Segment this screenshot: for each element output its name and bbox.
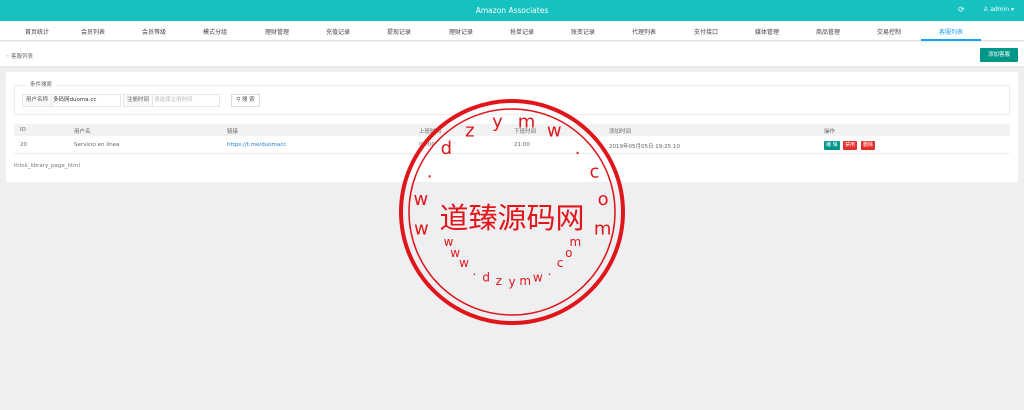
tab-service-list[interactable]: 客服列表 — [924, 27, 978, 36]
tab-balance-records[interactable]: 账变记录 — [556, 27, 610, 36]
tab-payment-api[interactable]: 支付接口 — [679, 27, 733, 36]
stamp-center-text: 道臻源码网 — [439, 201, 584, 235]
tab-agent-list[interactable]: 代理列表 — [617, 27, 671, 36]
col-username: 用户名 — [74, 129, 91, 135]
stamp-arc-letter: w — [414, 189, 429, 210]
tab-member-level[interactable]: 会员等级 — [127, 27, 181, 36]
active-tab-indicator — [921, 39, 981, 41]
tab-goods-manage[interactable]: 商品管理 — [801, 27, 855, 36]
stamp-arc-letter: d — [482, 270, 490, 284]
stamp-arc-letter: y — [508, 275, 515, 289]
search-legend: 条件搜索 — [26, 80, 57, 88]
stamp-arc-letter: c — [557, 256, 564, 270]
regtime-label: 注册时间 — [124, 95, 154, 106]
tab-finance-manage[interactable]: 理财管理 — [250, 27, 304, 36]
user-name: admin — [990, 6, 1010, 13]
stamp-arc-letter: . — [575, 138, 581, 159]
tab-mode-group[interactable]: 模式分组 — [188, 27, 242, 36]
search-button[interactable]: ⚲ 搜 索 — [231, 94, 260, 107]
tab-trade-control[interactable]: 交易控制 — [862, 27, 916, 36]
tab-order-records[interactable]: 抢单记录 — [495, 27, 549, 36]
username-input[interactable]: 多码网duoma.cc — [53, 95, 96, 106]
main-nav: 首页统计 会员列表 会员等级 模式分组 理财管理 充值记录 提现记录 理财记录 … — [0, 21, 1024, 41]
username-label: 用户名称 — [23, 95, 53, 106]
page-footnote: think_library_page_html — [14, 163, 81, 169]
add-service-button[interactable]: 添加客服 — [980, 48, 1018, 62]
refresh-icon[interactable]: ⟳ — [958, 5, 965, 14]
stamp-arc-letter: w — [459, 256, 469, 270]
breadcrumb-label: 客服列表 — [11, 54, 34, 60]
stamp-arc-letter: m — [570, 235, 582, 249]
delete-button[interactable]: 删除 — [861, 141, 876, 150]
username-field: 用户名称 多码网duoma.cc — [22, 94, 121, 107]
top-bar: Amazon Associates ⟳ ♙ admin ▾ — [0, 0, 1024, 21]
stamp-arc-letter: y — [492, 112, 503, 133]
row-link[interactable]: https://t.me/duomacc — [227, 142, 286, 148]
stamp-arc-letter: . — [472, 264, 476, 278]
stamp-arc-letter: w — [533, 270, 543, 284]
stamp-arc-letter: o — [598, 189, 609, 210]
col-actions: 操作 — [824, 129, 836, 135]
breadcrumb-bar: ◦ 客服列表 — [0, 42, 1024, 66]
search-button-label: 搜 索 — [242, 97, 255, 103]
regtime-field: 注册时间 请选择注册时间 — [123, 94, 220, 107]
tab-finance-records[interactable]: 理财记录 — [434, 27, 488, 36]
col-id: ID — [20, 127, 26, 133]
app-title: Amazon Associates — [475, 6, 549, 15]
watermark-stamp: 道臻源码网 ww.dz y m w.com www. d z y m w .com — [399, 99, 625, 325]
col-link: 链接 — [227, 129, 239, 135]
tab-member-list[interactable]: 会员列表 — [66, 27, 120, 36]
user-icon: ♙ — [983, 6, 989, 13]
stamp-arc-letter: m — [594, 218, 612, 239]
row-id: 20 — [20, 142, 27, 148]
tab-media-manage[interactable]: 媒体管理 — [740, 27, 794, 36]
breadcrumb: ◦ 客服列表 — [6, 52, 33, 60]
stamp-arc-letter: m — [518, 112, 536, 133]
stamp-arc-letter: z — [496, 274, 502, 288]
stamp-arc-letter: . — [427, 161, 433, 182]
row-username: Servicio en línea — [74, 142, 120, 148]
stamp-arc-letter: w — [547, 121, 562, 142]
stamp-arc-letter: m — [519, 274, 531, 288]
stamp-arc-letter: w — [414, 218, 429, 239]
stamp-arc-letter: . — [548, 264, 552, 278]
user-menu[interactable]: ♙ admin ▾ — [983, 6, 1014, 13]
tab-recharge-records[interactable]: 充值记录 — [311, 27, 365, 36]
disable-button[interactable]: 禁用 — [843, 141, 858, 150]
stamp-arc-letter: d — [441, 138, 452, 159]
bullet-icon: ◦ — [6, 54, 10, 60]
edit-button[interactable]: 编 辑 — [824, 141, 840, 150]
stamp-bottom-arc: www. d z y m w .com — [444, 235, 582, 289]
tab-withdraw-records[interactable]: 提现记录 — [372, 27, 426, 36]
search-icon: ⚲ — [236, 97, 241, 103]
regtime-input[interactable]: 请选择注册时间 — [154, 95, 193, 106]
stamp-arc-letter: c — [589, 161, 599, 182]
stamp-arc-letter: z — [465, 121, 474, 142]
chevron-down-icon: ▾ — [1011, 6, 1015, 13]
tab-dashboard[interactable]: 首页统计 — [10, 27, 64, 36]
